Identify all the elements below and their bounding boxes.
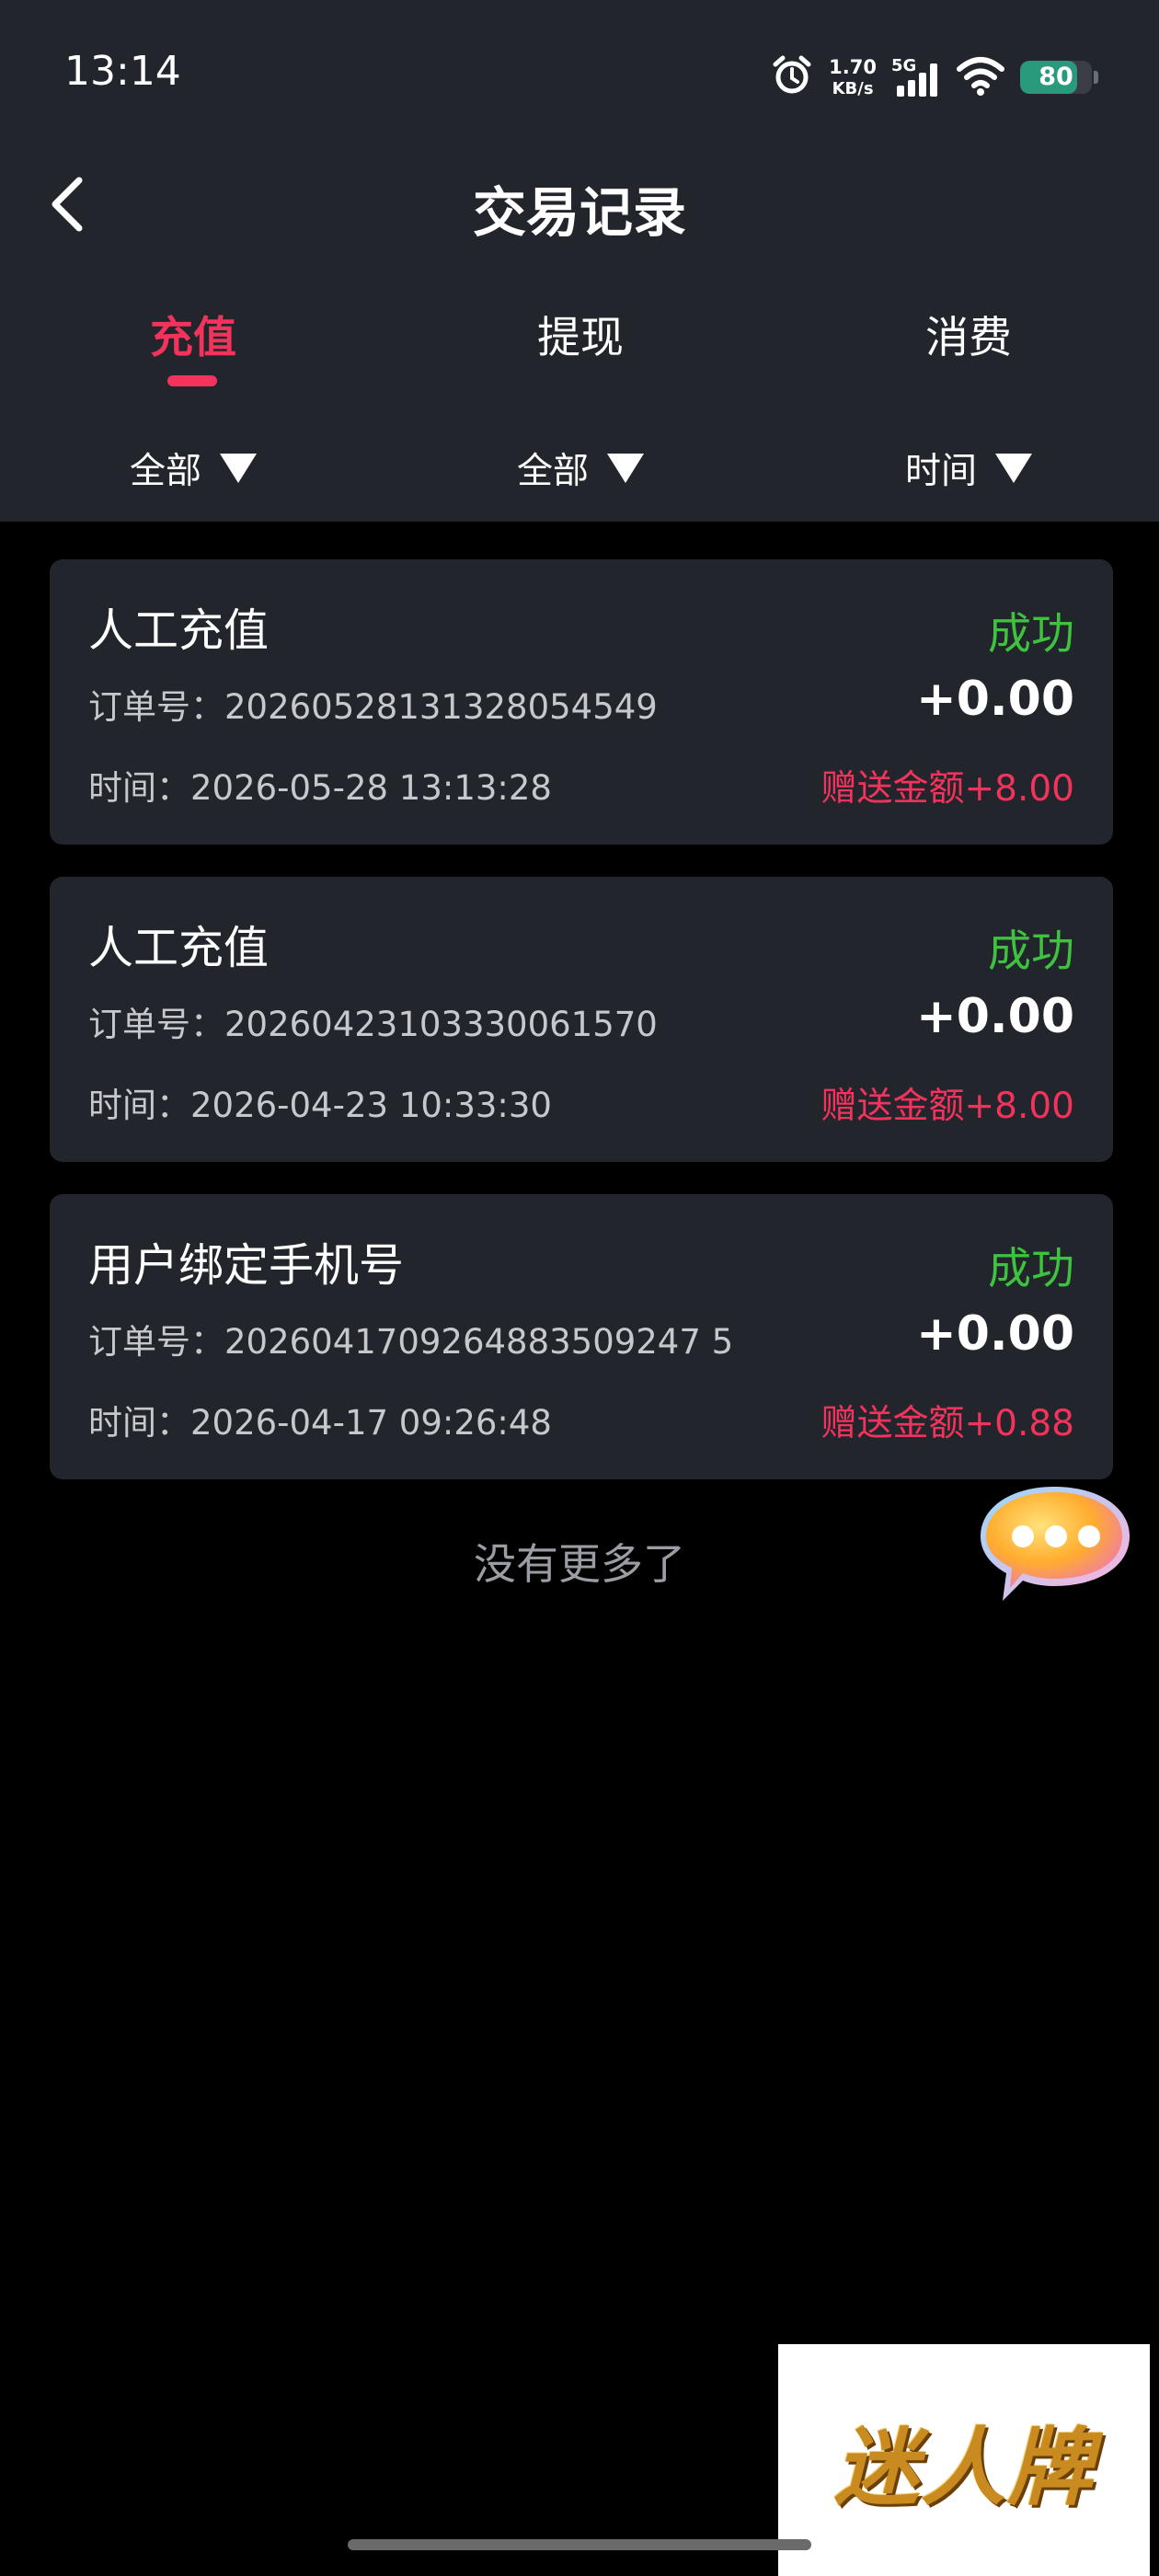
order-number: 20260423103330061570 <box>224 1005 658 1044</box>
filter-time-dropdown[interactable]: 时间 <box>877 445 1061 492</box>
record-amount: +0.00 <box>916 1306 1074 1362</box>
watermark-logo-text: 迷人牌 <box>833 2417 1094 2517</box>
alarm-icon <box>770 53 814 101</box>
record-title: 用户绑定手机号 <box>88 1239 405 1292</box>
network-speed-unit: KB/s <box>832 78 874 98</box>
time-value: 2026-04-23 10:33:30 <box>190 1086 552 1125</box>
order-label: 订单号： <box>88 1005 224 1044</box>
chat-bubble-icon <box>981 1487 1130 1601</box>
order-label: 订单号： <box>88 1322 224 1362</box>
record-status: 成功 <box>988 926 1074 977</box>
record-bonus: 赠送金额+8.00 <box>820 768 1074 810</box>
record-amount: +0.00 <box>916 989 1074 1044</box>
filter-type-dropdown[interactable]: 全部 <box>101 445 285 492</box>
time-value: 2026-05-28 13:13:28 <box>190 768 552 808</box>
record-card[interactable]: 用户绑定手机号 成功 订单号：2026041709264883509247 5 … <box>50 1194 1113 1479</box>
record-bonus: 赠送金额+0.88 <box>820 1403 1074 1444</box>
record-time: 时间：2026-05-28 13:13:28 <box>88 760 552 810</box>
order-label: 订单号： <box>88 687 224 727</box>
filter-status-dropdown[interactable]: 全部 <box>488 445 672 492</box>
triangle-down-icon <box>995 454 1032 483</box>
home-indicator[interactable] <box>348 2539 811 2550</box>
tab-consume[interactable]: 消费 <box>877 302 1061 365</box>
battery-indicator: 80 <box>1020 61 1092 94</box>
status-time: 13:14 <box>64 48 181 95</box>
filter-time-label: 时间 <box>904 451 977 492</box>
record-order: 订单号：2026041709264883509247 5 <box>88 1314 733 1363</box>
network-speed-value: 1.70 <box>829 55 877 78</box>
tab-recharge[interactable]: 充值 <box>101 302 285 365</box>
wifi-icon <box>956 54 1005 100</box>
active-tab-indicator <box>167 375 217 386</box>
triangle-down-icon <box>220 454 257 483</box>
order-number: 20260528131328054549 <box>224 687 658 727</box>
chat-bubble-button[interactable] <box>975 1481 1135 1606</box>
page-title: 交易记录 <box>472 181 686 244</box>
filter-type-label: 全部 <box>129 451 201 492</box>
record-order: 订单号：20260423103330061570 <box>88 996 658 1046</box>
record-status: 成功 <box>988 1244 1074 1294</box>
watermark-logo: 迷人牌 <box>778 2344 1150 2576</box>
record-title: 人工充值 <box>88 922 270 974</box>
time-value: 2026-04-17 09:26:48 <box>190 1403 552 1443</box>
record-title: 人工充值 <box>88 604 270 657</box>
filter-status-label: 全部 <box>516 451 589 492</box>
battery-icon: 80 <box>1020 61 1098 94</box>
record-time: 时间：2026-04-17 09:26:48 <box>88 1395 552 1444</box>
order-number: 2026041709264883509247 5 <box>224 1322 734 1362</box>
record-bonus: 赠送金额+8.00 <box>820 1086 1074 1127</box>
triangle-down-icon <box>607 454 644 483</box>
time-label: 时间： <box>88 768 190 808</box>
battery-level: 80 <box>1039 63 1073 91</box>
cellular-signal-icon: 5G <box>891 54 941 100</box>
time-label: 时间： <box>88 1086 190 1125</box>
network-speed: 1.70 KB/s <box>829 55 877 98</box>
record-card[interactable]: 人工充值 成功 订单号：20260423103330061570 +0.00 时… <box>50 877 1113 1162</box>
record-status: 成功 <box>988 609 1074 660</box>
tab-withdraw[interactable]: 提现 <box>488 302 672 365</box>
record-order: 订单号：20260528131328054549 <box>88 679 658 729</box>
time-label: 时间： <box>88 1403 190 1443</box>
status-icons: 1.70 KB/s 5G 80 <box>770 52 1098 103</box>
record-card[interactable]: 人工充值 成功 订单号：20260528131328054549 +0.00 时… <box>50 559 1113 845</box>
record-time: 时间：2026-04-23 10:33:30 <box>88 1077 552 1127</box>
record-amount: +0.00 <box>916 672 1074 727</box>
battery-tip <box>1094 71 1098 84</box>
